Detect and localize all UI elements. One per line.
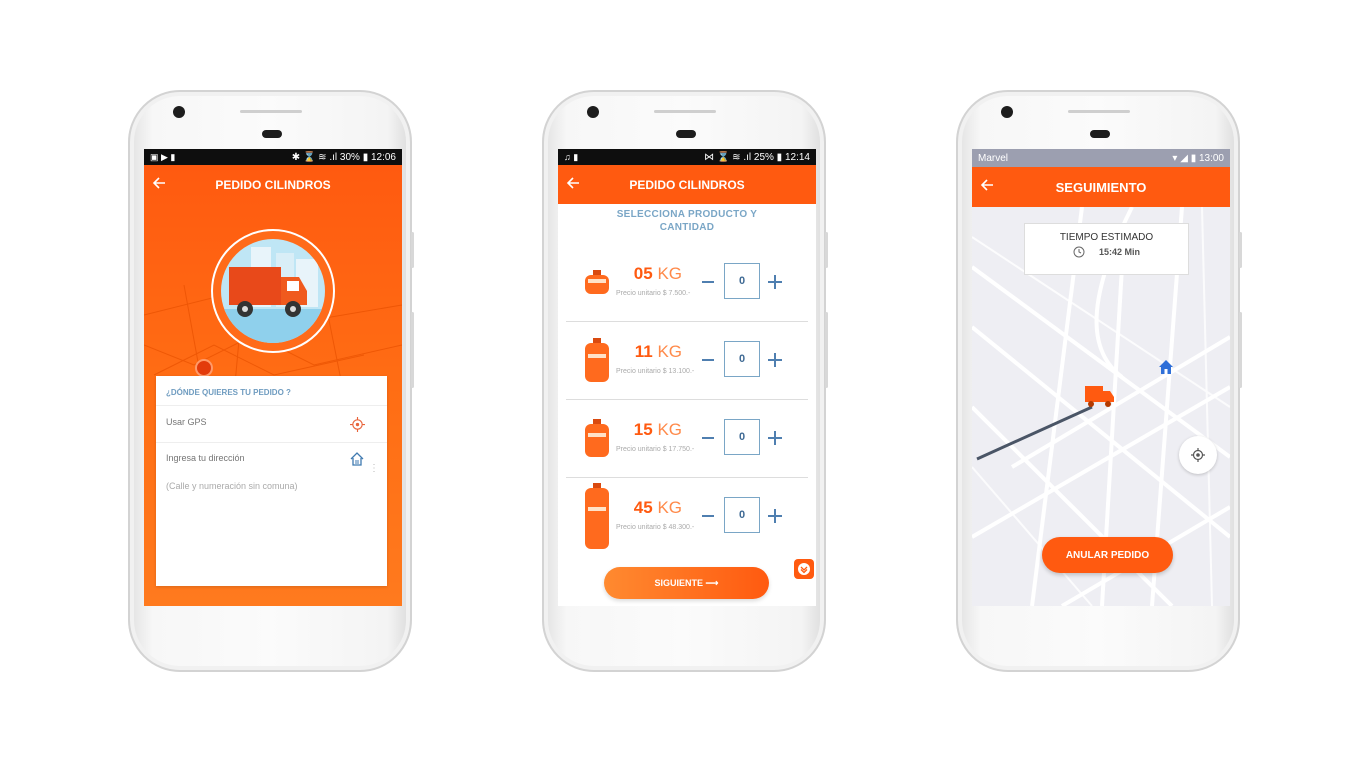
plus-icon[interactable]: [767, 430, 783, 446]
my-location-icon: [1191, 448, 1205, 462]
eta-card: TIEMPO ESTIMADO 15:42 Min: [1024, 223, 1189, 275]
page-title: PEDIDO CILINDROS: [629, 177, 745, 192]
status-bar: ▣ ▶ ▮ ✱ ⌛ ≋ .ıl 30% ▮ 12:06: [144, 149, 402, 165]
eta-value: 15:42 Min: [1098, 247, 1140, 257]
crosshair-icon[interactable]: [350, 417, 365, 432]
cancel-order-button[interactable]: ANULAR PEDIDO: [1042, 537, 1173, 573]
back-arrow-icon[interactable]: [150, 173, 170, 193]
minus-icon[interactable]: [701, 509, 715, 523]
gas-cylinder-icon: [585, 338, 609, 382]
plus-icon[interactable]: [767, 274, 783, 290]
gas-cylinder-icon: [585, 270, 609, 294]
truck-illustration-circle: [211, 229, 335, 353]
clock-icon: [1073, 246, 1085, 258]
page-title: PEDIDO CILINDROS: [215, 177, 331, 192]
product-row: 45 KG Precio unitario $ 48.300.- 0: [566, 478, 808, 556]
house-icon[interactable]: [349, 451, 365, 467]
status-right: ✱ ⌛ ≋ .ıl 30% ▮ 12:06: [291, 151, 396, 163]
plus-icon[interactable]: [767, 508, 783, 524]
app-bar: PEDIDO CILINDROS: [144, 165, 402, 204]
status-bar: Marvel ▾ ◢ ▮ 13:00: [972, 149, 1230, 167]
carrier-name: Marvel: [978, 152, 1009, 164]
section-heading: SELECCIONA PRODUCTO Y CANTIDAD: [616, 209, 758, 233]
quantity-input[interactable]: 0: [724, 419, 760, 455]
address-input[interactable]: [166, 453, 326, 463]
phone-frame-2: ♫ ▮ ⋈ ⌛ ≋ .ıl 25% ▮ 12:14 PEDIDO CILINDR…: [542, 90, 828, 672]
minus-icon[interactable]: [701, 353, 715, 367]
product-weight: 11: [634, 342, 653, 361]
product-unit: KG: [657, 264, 682, 283]
product-weight: 05: [633, 264, 653, 283]
screen-pedido-direccion: ▣ ▶ ▮ ✱ ⌛ ≋ .ıl 30% ▮ 12:06 PEDIDO CILIN…: [144, 149, 402, 606]
gas-cylinder-icon: [585, 419, 609, 457]
product-row: 11 KG Precio unitario $ 13.100.- 0: [566, 322, 808, 400]
product-unit: KG: [657, 342, 682, 361]
next-button[interactable]: SIGUIENTE ⟶: [604, 567, 769, 599]
product-row: 05 KG Precio unitario $ 7.500.- 0: [566, 244, 808, 322]
double-chevron-down-icon: [798, 563, 810, 575]
back-arrow-icon[interactable]: [978, 175, 998, 195]
product-unit: KG: [657, 420, 682, 439]
product-unit: KG: [657, 498, 682, 517]
gas-cylinder-icon: [585, 483, 609, 549]
status-right: ⋈ ⌛ ≋ .ıl 25% ▮ 12:14: [704, 151, 810, 163]
card-title: ¿DÓNDE QUIERES TU PEDIDO ?: [156, 376, 387, 406]
product-row: 15 KG Precio unitario $ 17.750.- 0: [566, 400, 808, 478]
back-arrow-icon[interactable]: [564, 173, 584, 193]
my-location-button[interactable]: [1179, 436, 1217, 474]
status-right: ▾ ◢ ▮ 13:00: [1172, 152, 1224, 164]
product-price: Precio unitario $ 48.300.-: [616, 524, 695, 531]
product-weight: 15: [633, 420, 653, 439]
status-icons-left: ♫ ▮: [564, 151, 579, 162]
phone-frame-3: Marvel ▾ ◢ ▮ 13:00 SEGUIMIENTO TIEMPO ES…: [956, 90, 1242, 672]
product-price: Precio unitario $ 17.750.-: [616, 446, 695, 453]
product-list: 05 KG Precio unitario $ 7.500.- 0 11 KG Prec…: [558, 244, 816, 556]
address-row[interactable]: (Calle y numeración sin comuna) ⋮: [156, 443, 387, 563]
scroll-down-button[interactable]: [794, 559, 814, 579]
product-price: Precio unitario $ 7.500.-: [616, 290, 691, 297]
app-bar: PEDIDO CILINDROS: [558, 165, 816, 204]
quantity-input[interactable]: 0: [724, 497, 760, 533]
quantity-input[interactable]: 0: [724, 263, 760, 299]
phone-frame-1: ▣ ▶ ▮ ✱ ⌛ ≋ .ıl 30% ▮ 12:06 PEDIDO CILIN…: [128, 90, 414, 672]
map-view[interactable]: TIEMPO ESTIMADO 15:42 Min ANULAR PEDIDO: [972, 207, 1230, 606]
address-hint: (Calle y numeración sin comuna): [166, 481, 298, 491]
product-price: Precio unitario $ 13.100.-: [616, 368, 695, 375]
minus-icon[interactable]: [701, 275, 715, 289]
status-icons-left: ▣ ▶ ▮: [150, 151, 176, 162]
eta-label: TIEMPO ESTIMADO: [1059, 232, 1154, 243]
screen-seguimiento: Marvel ▾ ◢ ▮ 13:00 SEGUIMIENTO TIEMPO ES…: [972, 149, 1230, 606]
screen-seleccion-producto: ♫ ▮ ⋈ ⌛ ≋ .ıl 25% ▮ 12:14 PEDIDO CILINDR…: [558, 149, 816, 606]
page-title: SEGUIMIENTO: [1055, 179, 1147, 195]
quantity-input[interactable]: 0: [724, 341, 760, 377]
home-marker-icon: [1159, 360, 1173, 374]
plus-icon[interactable]: [767, 352, 783, 368]
product-weight: 45: [633, 498, 653, 517]
gps-input[interactable]: [166, 417, 326, 427]
address-card: ¿DÓNDE QUIERES TU PEDIDO ? (Calle y nume…: [156, 376, 387, 586]
more-vert-icon[interactable]: ⋮: [369, 463, 379, 474]
delivery-truck-icon: [221, 247, 325, 343]
status-bar: ♫ ▮ ⋈ ⌛ ≋ .ıl 25% ▮ 12:14: [558, 149, 816, 165]
app-bar: SEGUIMIENTO: [972, 167, 1230, 207]
truck-location-icon: [1085, 386, 1114, 407]
gps-row[interactable]: [156, 406, 387, 443]
minus-icon[interactable]: [701, 431, 715, 445]
